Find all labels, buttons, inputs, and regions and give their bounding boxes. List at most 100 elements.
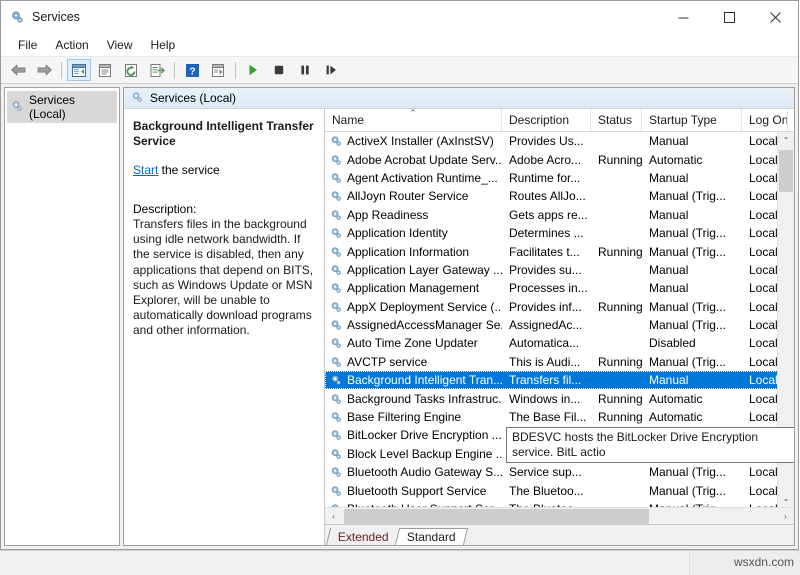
- menu-view[interactable]: View: [98, 36, 142, 54]
- tab-extended[interactable]: Extended: [326, 528, 401, 545]
- table-row[interactable]: Application IdentityDetermines ...Manual…: [325, 224, 794, 242]
- console-tree-icon[interactable]: [67, 59, 91, 81]
- vertical-scrollbar-thumb[interactable]: [779, 150, 793, 192]
- service-gear-icon: [329, 263, 343, 277]
- help-icon[interactable]: ?: [180, 59, 204, 81]
- cell-name: Bluetooth Audio Gateway S...: [325, 465, 502, 479]
- table-row[interactable]: Background Intelligent Tran...Transfers …: [325, 371, 794, 389]
- service-gear-icon: [329, 245, 343, 259]
- maximize-button[interactable]: [706, 1, 752, 33]
- cell-description: Windows in...: [502, 392, 591, 406]
- start-service-link[interactable]: Start: [133, 163, 158, 177]
- pause-icon[interactable]: [293, 59, 317, 81]
- column-header-description[interactable]: Description: [502, 109, 591, 131]
- restart-icon[interactable]: [319, 59, 343, 81]
- cell-startup: Manual: [642, 373, 742, 387]
- services-gear-icon: [130, 90, 144, 107]
- table-row[interactable]: Application Layer Gateway ...Provides su…: [325, 261, 794, 279]
- table-row[interactable]: Bluetooth Audio Gateway S...Service sup.…: [325, 463, 794, 481]
- table-row[interactable]: Bluetooth Support ServiceThe Bluetoo...M…: [325, 481, 794, 499]
- tooltip-content: BDESVC hosts the BitLocker Drive Encrypt…: [506, 427, 794, 463]
- menu-action[interactable]: Action: [46, 36, 97, 54]
- column-header-label: Name: [332, 113, 364, 127]
- column-header-status[interactable]: Status: [591, 109, 642, 131]
- menu-file[interactable]: File: [9, 36, 46, 54]
- table-row[interactable]: Base Filtering EngineThe Base Fil...Runn…: [325, 408, 794, 426]
- cell-name: Block Level Backup Engine ...: [325, 447, 502, 461]
- table-row[interactable]: App ReadinessGets apps re...ManualLocal …: [325, 206, 794, 224]
- horizontal-scrollbar-track[interactable]: [342, 508, 777, 525]
- service-gear-icon: [329, 300, 343, 314]
- cell-description: Provides su...: [502, 263, 591, 277]
- service-name-label: Block Level Backup Engine ...: [347, 447, 502, 461]
- table-row[interactable]: Application InformationFacilitates t...R…: [325, 242, 794, 260]
- cell-description: Routes AllJo...: [502, 189, 591, 203]
- properties-icon[interactable]: [93, 59, 117, 81]
- forward-button[interactable]: [32, 59, 56, 81]
- service-name-label: App Readiness: [347, 208, 428, 222]
- menu-help[interactable]: Help: [142, 36, 185, 54]
- scroll-right-button[interactable]: ›: [777, 508, 794, 525]
- export-list-icon[interactable]: [145, 59, 169, 81]
- sidebar-item-services-local[interactable]: Services (Local): [7, 91, 117, 123]
- cell-name: Application Information: [325, 245, 502, 259]
- cell-startup: Manual: [642, 263, 742, 277]
- cell-status: Running: [591, 245, 642, 259]
- results-pane-title: Services (Local): [150, 91, 236, 105]
- service-name-label: Base Filtering Engine: [347, 410, 461, 424]
- cell-description: Determines ...: [502, 226, 591, 240]
- cell-name: Agent Activation Runtime_...: [325, 171, 502, 185]
- cell-status: Running: [591, 355, 642, 369]
- scroll-left-button[interactable]: ‹: [325, 508, 342, 525]
- cell-startup: Automatic: [642, 392, 742, 406]
- close-button[interactable]: [752, 1, 798, 33]
- cell-name: Bluetooth Support Service: [325, 484, 502, 498]
- table-row[interactable]: Application ManagementProcesses in...Man…: [325, 279, 794, 297]
- column-header-label: Description: [509, 113, 569, 127]
- description-label: Description:: [133, 202, 315, 217]
- services-list: Name ⌃ Description StatusStartup TypeLog On…: [325, 109, 794, 545]
- sort-ascending-icon: ⌃: [409, 109, 417, 118]
- refresh-icon[interactable]: [119, 59, 143, 81]
- results-pane: Services (Local) Background Intelligent …: [123, 87, 795, 546]
- cell-description: Facilitates t...: [502, 245, 591, 259]
- table-row[interactable]: Auto Time Zone UpdaterAutomatica...Disab…: [325, 334, 794, 352]
- stop-icon[interactable]: [267, 59, 291, 81]
- table-row[interactable]: Bluetooth User Support Ser...The Bluetoo…: [325, 500, 794, 507]
- table-row[interactable]: Adobe Acrobat Update Serv...Adobe Acro..…: [325, 150, 794, 168]
- table-row[interactable]: Agent Activation Runtime_...Runtime for.…: [325, 169, 794, 187]
- column-header-startup[interactable]: Startup Type: [642, 109, 742, 131]
- service-name-label: Bluetooth Support Service: [347, 484, 486, 498]
- scroll-down-button[interactable]: ⌄: [778, 490, 794, 507]
- toolbar: ?: [1, 57, 798, 84]
- table-row[interactable]: Background Tasks Infrastruc...Windows in…: [325, 389, 794, 407]
- column-header-name[interactable]: Name ⌃: [325, 109, 502, 131]
- toolbar-separator: [174, 62, 175, 79]
- horizontal-scrollbar-thumb[interactable]: [344, 509, 649, 524]
- column-header-logon[interactable]: Log On: [742, 109, 788, 131]
- tab-standard[interactable]: Standard: [395, 528, 468, 545]
- service-name-label: Application Management: [347, 281, 479, 295]
- service-gear-icon: [329, 189, 343, 203]
- minimize-button[interactable]: [660, 1, 706, 33]
- cell-description: The Base Fil...: [502, 410, 591, 424]
- table-row[interactable]: AssignedAccessManager Se...AssignedAc...…: [325, 316, 794, 334]
- table-row[interactable]: ActiveX Installer (AxInstSV)Provides Us.…: [325, 132, 794, 150]
- action-pane-icon[interactable]: [206, 59, 230, 81]
- scroll-up-button[interactable]: ⌃: [778, 132, 794, 149]
- play-icon[interactable]: [241, 59, 265, 81]
- back-button[interactable]: [6, 59, 30, 81]
- service-gear-icon: [329, 355, 343, 369]
- table-row[interactable]: AllJoyn Router ServiceRoutes AllJo...Man…: [325, 187, 794, 205]
- service-gear-icon: [329, 208, 343, 222]
- cell-startup: Manual: [642, 281, 742, 295]
- service-name-label: AVCTP service: [347, 355, 427, 369]
- cell-description: Gets apps re...: [502, 208, 591, 222]
- table-row[interactable]: AppX Deployment Service (...Provides inf…: [325, 298, 794, 316]
- cell-startup: Manual: [642, 134, 742, 148]
- table-row[interactable]: AVCTP serviceThis is Audi...RunningManua…: [325, 353, 794, 371]
- cell-startup: Manual: [642, 171, 742, 185]
- services-gear-icon: [8, 8, 26, 26]
- cell-startup: Automatic: [642, 410, 742, 424]
- horizontal-scrollbar[interactable]: ‹ ›: [325, 507, 794, 524]
